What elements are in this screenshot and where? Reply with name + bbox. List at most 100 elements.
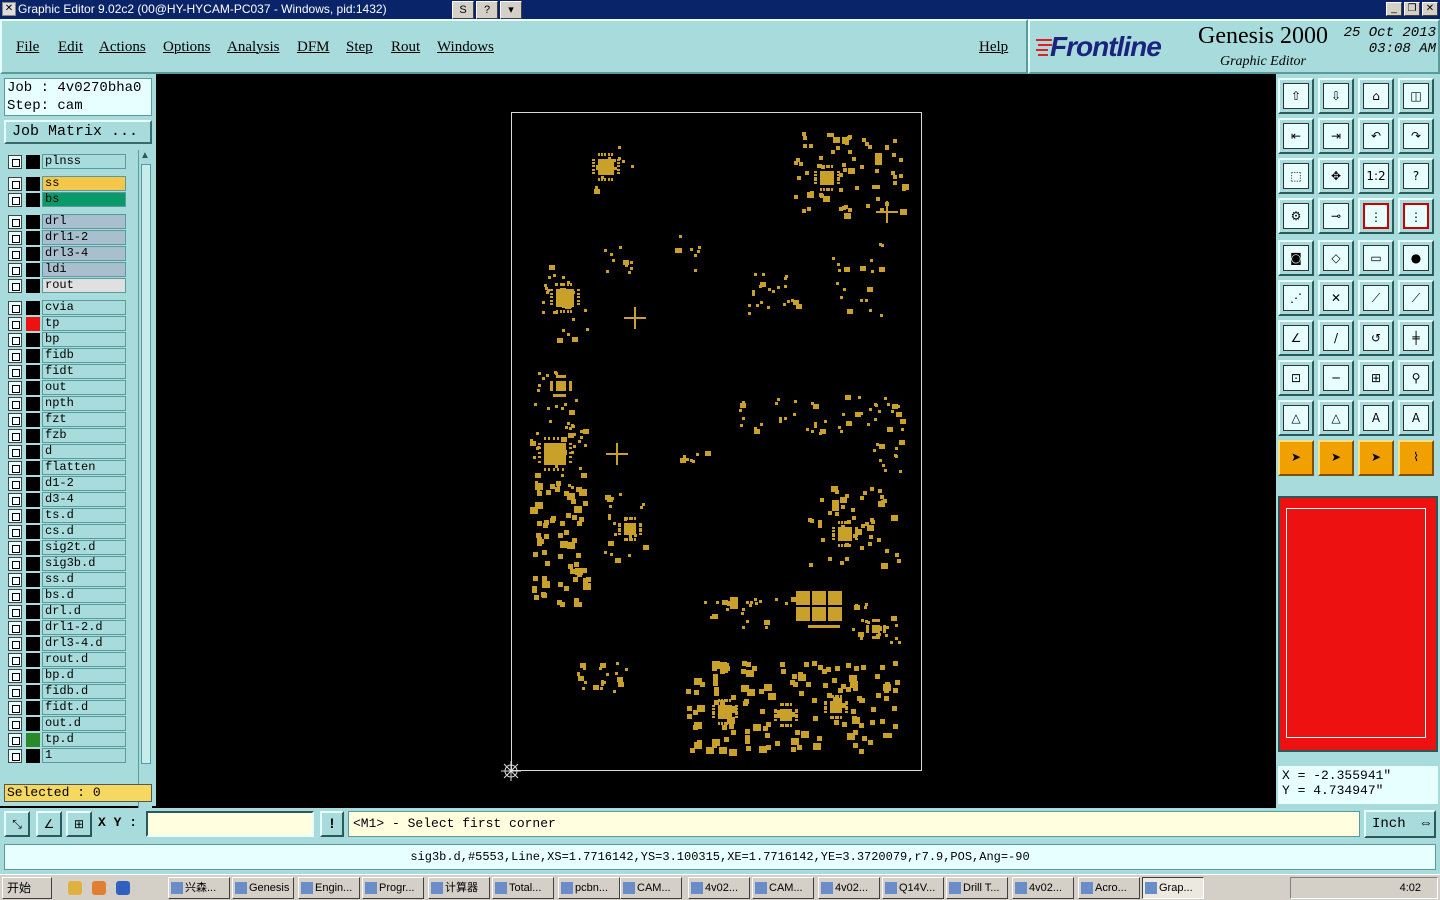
layer-color-swatch[interactable] — [26, 605, 40, 619]
layer-checkbox[interactable] — [8, 637, 22, 651]
layer-color-swatch[interactable] — [26, 541, 40, 555]
grid-mode-icon[interactable]: ⊞ — [66, 811, 92, 837]
layer-color-swatch[interactable] — [26, 557, 40, 571]
layer-row-sig3b.d[interactable]: sig3b.d — [8, 556, 128, 571]
select3-icon[interactable]: ➤ — [1358, 440, 1394, 476]
layer-checkbox[interactable] — [8, 573, 22, 587]
snap-icon[interactable]: ⊸ — [1318, 198, 1354, 234]
angle-mode-icon[interactable]: ∠ — [36, 811, 62, 837]
layer-checkbox[interactable] — [8, 621, 22, 635]
scrollbar-thumb[interactable] — [141, 164, 151, 764]
layer-name[interactable]: d3-4 — [42, 492, 126, 507]
layer-name[interactable]: rout — [42, 278, 126, 293]
layer-color-swatch[interactable] — [26, 263, 40, 277]
layer-name[interactable]: out — [42, 380, 126, 395]
layer-name[interactable]: bs.d — [42, 588, 126, 603]
layer-row-flatten[interactable]: flatten — [8, 460, 128, 475]
layer-row-fidt.d[interactable]: fidt.d — [8, 700, 128, 715]
measure-icon[interactable]: ⋮ — [1358, 198, 1394, 234]
layer-name[interactable]: d — [42, 444, 126, 459]
layer-row-ss[interactable]: ss — [8, 176, 128, 191]
layer-name[interactable]: ss — [42, 176, 126, 191]
clock-icon[interactable] — [92, 881, 106, 895]
select2-icon[interactable]: ➤ — [1318, 440, 1354, 476]
start-button[interactable]: 开始 — [2, 877, 52, 899]
layer-checkbox[interactable] — [8, 279, 22, 293]
line2-icon[interactable]: ⟋ — [1398, 280, 1434, 316]
layer-checkbox[interactable] — [8, 493, 22, 507]
layer-row-cvia[interactable]: cvia — [8, 300, 128, 315]
taskbar-item[interactable]: Q14V... — [882, 877, 944, 899]
layer-row-drl1-2.d[interactable]: drl1-2.d — [8, 620, 128, 635]
layer-row-out[interactable]: out — [8, 380, 128, 395]
redo-view-icon[interactable]: ↷ — [1398, 118, 1434, 154]
layer-checkbox[interactable] — [8, 317, 22, 331]
layer-color-swatch[interactable] — [26, 461, 40, 475]
layer-color-swatch[interactable] — [26, 301, 40, 315]
text-icon[interactable]: ╪ — [1398, 320, 1434, 356]
layer-name[interactable]: flatten — [42, 460, 126, 475]
layer-row-ts.d[interactable]: ts.d — [8, 508, 128, 523]
help-tool-icon[interactable]: ? — [476, 1, 498, 19]
connect-icon[interactable]: ⋰ — [1278, 280, 1314, 316]
layer-color-swatch[interactable] — [26, 493, 40, 507]
layer-row-bs[interactable]: bs — [8, 192, 128, 207]
shapes-icon[interactable]: ⚲ — [1398, 360, 1434, 396]
restore-icon[interactable]: ❐ — [1404, 2, 1420, 16]
close-icon[interactable]: ✕ — [1422, 2, 1438, 16]
taskbar-item[interactable]: 4v02... — [1012, 877, 1074, 899]
layer-color-swatch[interactable] — [26, 573, 40, 587]
layer-color-swatch[interactable] — [26, 397, 40, 411]
layer-row-rout[interactable]: rout — [8, 278, 128, 293]
layer-color-swatch[interactable] — [26, 365, 40, 379]
layer-color-swatch[interactable] — [26, 349, 40, 363]
layer-checkbox[interactable] — [8, 349, 22, 363]
layer-checkbox[interactable] — [8, 263, 22, 277]
layer-row-ss.d[interactable]: ss.d — [8, 572, 128, 587]
layer-name[interactable]: cs.d — [42, 524, 126, 539]
minimize-icon[interactable]: _ — [1386, 2, 1402, 16]
layer-name[interactable]: sig3b.d — [42, 556, 126, 571]
undo-view-icon[interactable]: ↶ — [1358, 118, 1394, 154]
layer-name[interactable]: d1-2 — [42, 476, 126, 491]
layer-checkbox[interactable] — [8, 669, 22, 683]
layer-color-swatch[interactable] — [26, 653, 40, 667]
layer-name[interactable]: fidb — [42, 348, 126, 363]
layer-color-swatch[interactable] — [26, 215, 40, 229]
slash-icon[interactable]: / — [1318, 320, 1354, 356]
triangle2-icon[interactable]: △ — [1318, 400, 1354, 436]
cross-icon[interactable]: ✕ — [1318, 280, 1354, 316]
layer-row-bp[interactable]: bp — [8, 332, 128, 347]
layer-color-swatch[interactable] — [26, 477, 40, 491]
layer-row-sig2t.d[interactable]: sig2t.d — [8, 540, 128, 555]
layer-checkbox[interactable] — [8, 477, 22, 491]
layer-name[interactable]: fidt.d — [42, 700, 126, 715]
angle-icon[interactable]: ∠ — [1278, 320, 1314, 356]
ratio-icon[interactable]: 1:2 — [1358, 158, 1394, 194]
layer-row-fzt[interactable]: fzt — [8, 412, 128, 427]
layer-row-bs.d[interactable]: bs.d — [8, 588, 128, 603]
overview-window[interactable] — [1278, 496, 1438, 752]
xy-input[interactable] — [146, 811, 314, 837]
ruler-icon[interactable]: ▭ — [1358, 240, 1394, 276]
layer-checkbox[interactable] — [8, 445, 22, 459]
menu-actions[interactable]: Actions — [99, 39, 146, 56]
layer-row-npth[interactable]: npth — [8, 396, 128, 411]
layer-color-swatch[interactable] — [26, 381, 40, 395]
globe-icon[interactable] — [116, 881, 130, 895]
dimension-icon[interactable]: ⊞ — [1358, 360, 1394, 396]
layer-checkbox[interactable] — [8, 525, 22, 539]
menu-file[interactable]: File — [16, 39, 39, 56]
layer-row-bp.d[interactable]: bp.d — [8, 668, 128, 683]
line-icon[interactable]: ⟋ — [1358, 280, 1394, 316]
settings-icon[interactable]: ⚙ — [1278, 198, 1314, 234]
layer-row-fidb.d[interactable]: fidb.d — [8, 684, 128, 699]
zoom-in-icon[interactable]: ⇩ — [1318, 78, 1354, 114]
layer-name[interactable]: sig2t.d — [42, 540, 126, 555]
snap-mode-icon[interactable]: ⤡ — [4, 811, 30, 837]
layer-name[interactable]: tp — [42, 316, 126, 331]
layer-checkbox[interactable] — [8, 589, 22, 603]
layer-name[interactable]: npth — [42, 396, 126, 411]
menu-windows[interactable]: Windows — [437, 39, 494, 56]
layer-color-swatch[interactable] — [26, 177, 40, 191]
